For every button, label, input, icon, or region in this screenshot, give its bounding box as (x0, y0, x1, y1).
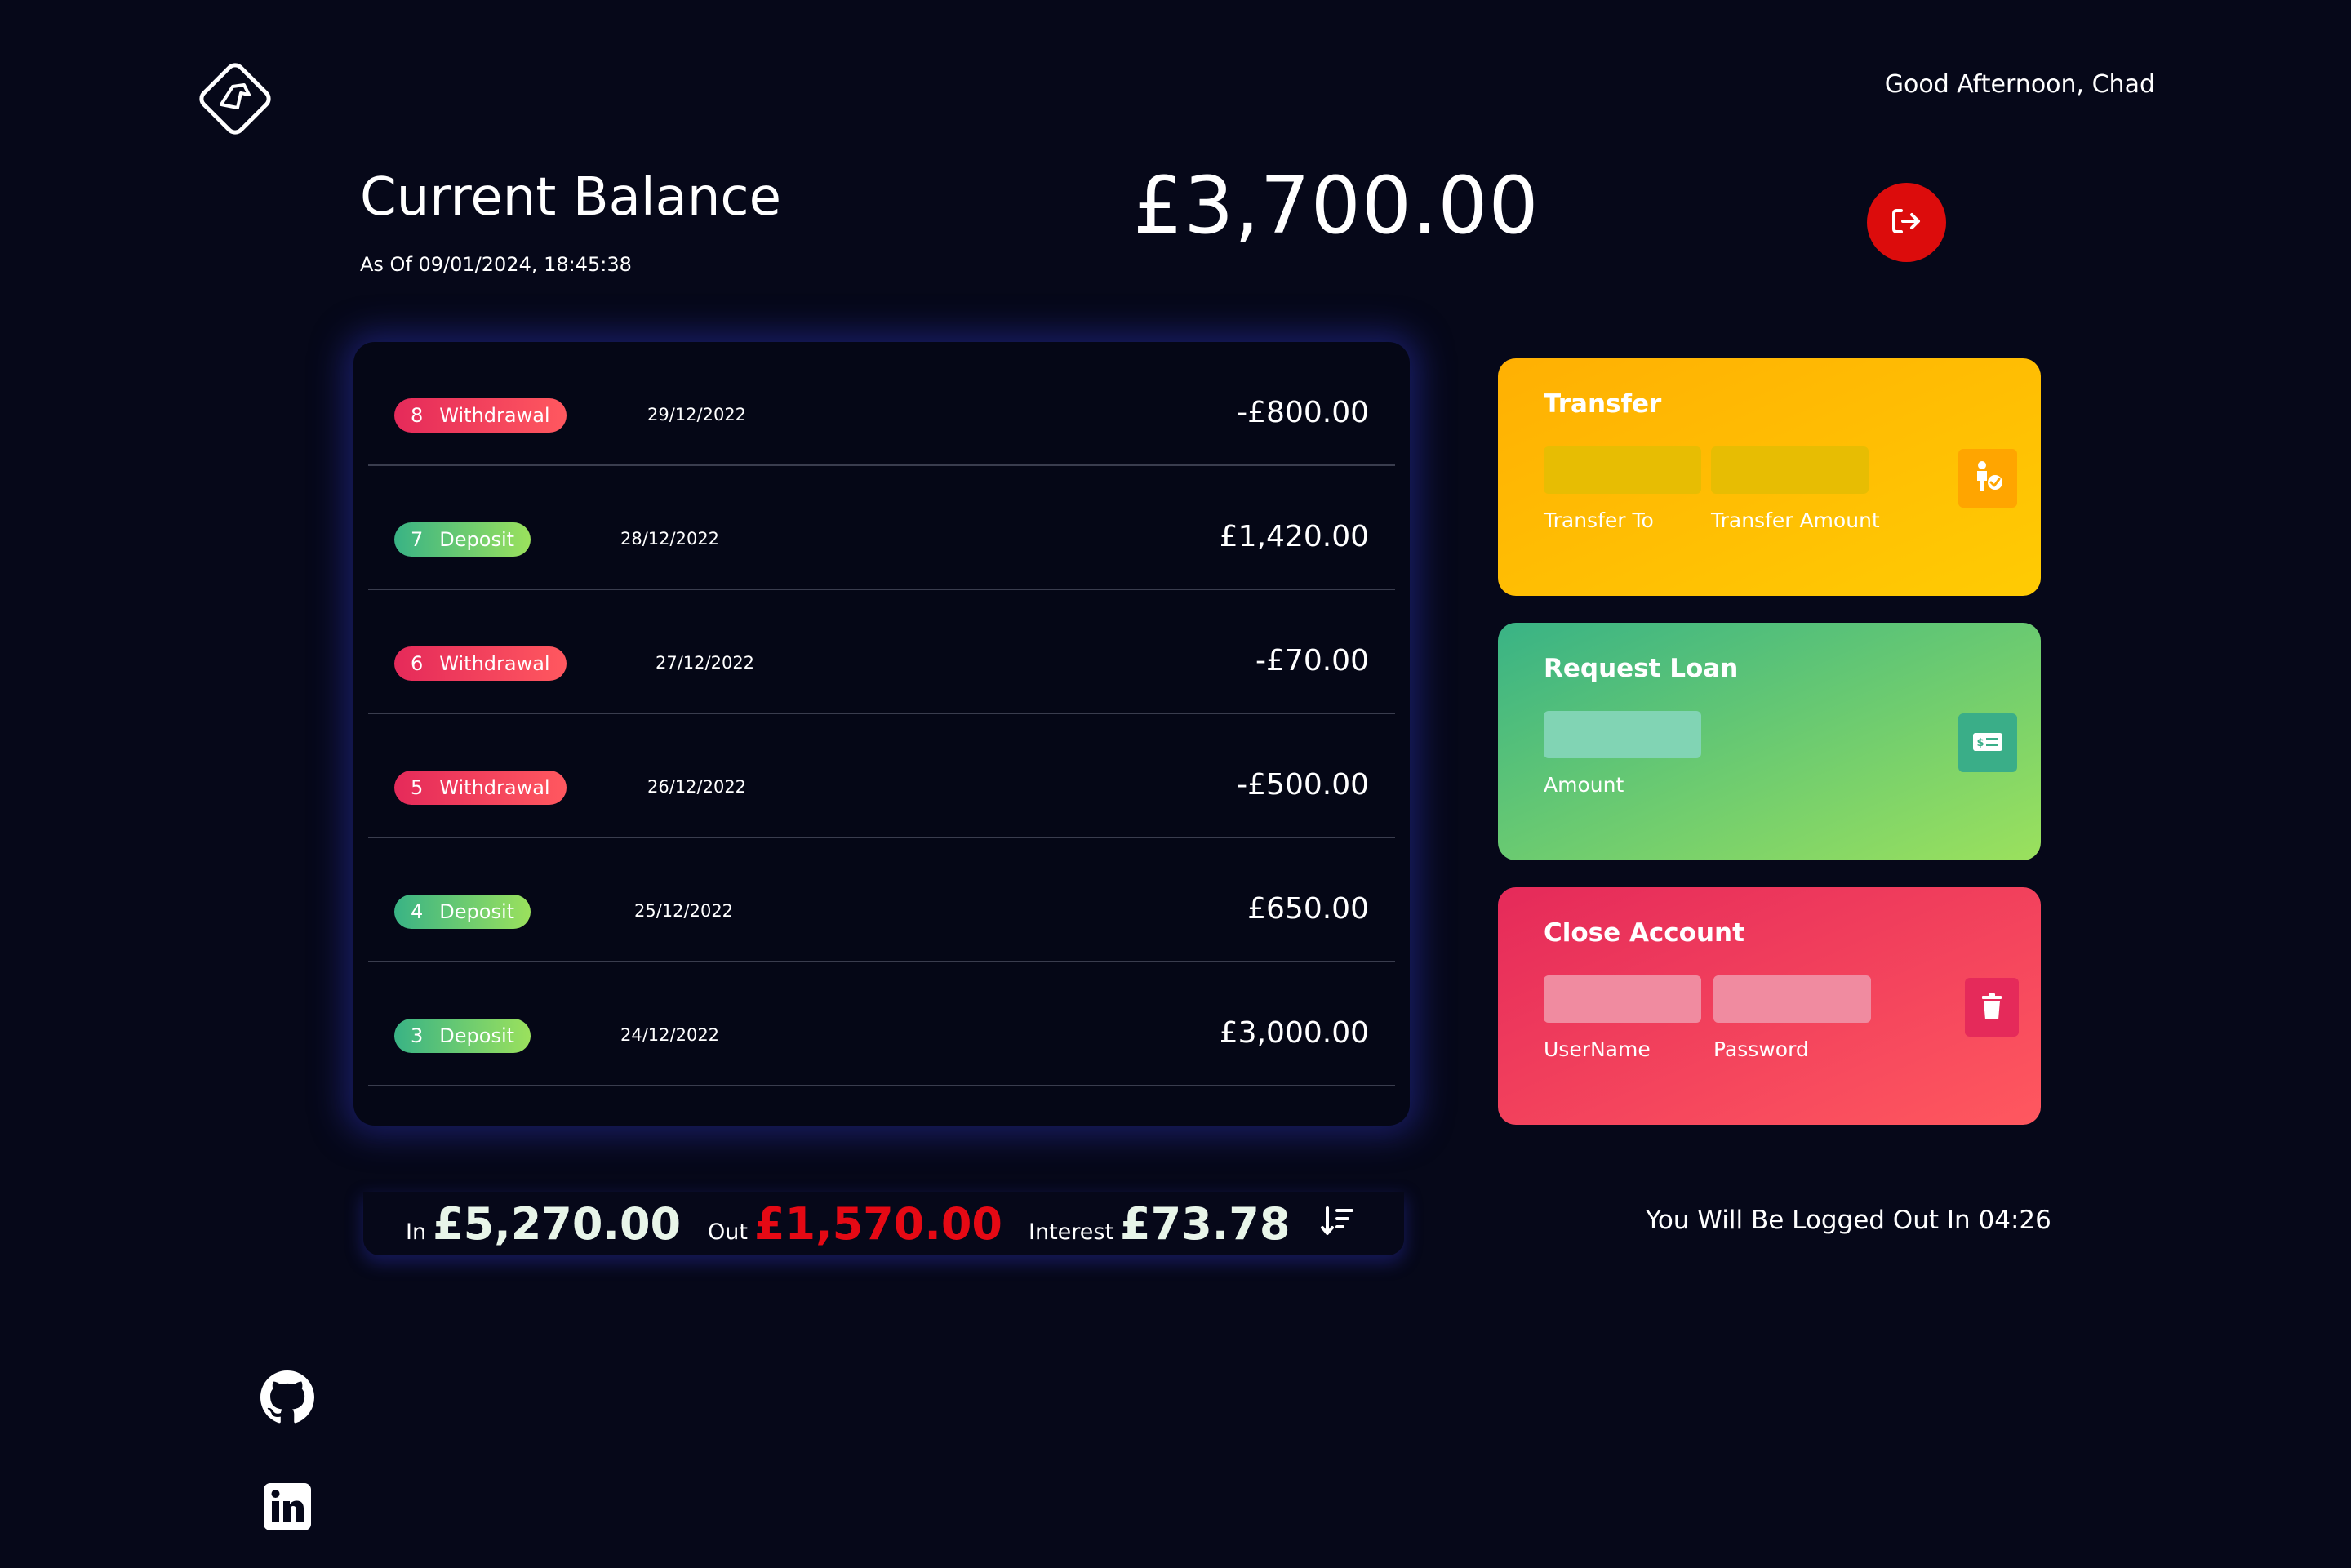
movements-list[interactable]: 8 Withdrawal 29/12/2022 -£800.00 7 Depos… (353, 342, 1410, 1126)
summary-interest-label: Interest (1029, 1219, 1114, 1245)
movement-date: 28/12/2022 (620, 529, 720, 549)
movement-date: 25/12/2022 (634, 901, 734, 921)
movement-row: 6 Withdrawal 27/12/2022 -£70.00 (368, 590, 1395, 714)
movement-value: -£500.00 (1237, 768, 1369, 802)
loan-amount-label: Amount (1544, 773, 1624, 797)
movement-index: 4 (411, 900, 424, 923)
logout-timer: You Will Be Logged Out In 04:26 (1646, 1206, 2051, 1235)
loan-panel: Request Loan Amount $ (1498, 623, 2041, 860)
money-bill-icon: $ (1970, 724, 2006, 762)
loan-amount-input[interactable] (1544, 711, 1701, 758)
greeting: Good Afternoon, Chad (1884, 70, 2155, 99)
movement-type-badge: 8 Withdrawal (394, 398, 567, 433)
transfer-to-label: Transfer To (1544, 509, 1654, 532)
summary-interest-value: £73.78 (1120, 1198, 1291, 1250)
movement-row: 5 Withdrawal 26/12/2022 -£500.00 (368, 714, 1395, 838)
movement-index: 5 (411, 776, 424, 799)
logo-icon (192, 56, 278, 142)
trash-icon (1975, 990, 2008, 1025)
movement-date: 29/12/2022 (647, 405, 747, 424)
movement-row: 4 Deposit 25/12/2022 £650.00 (368, 838, 1395, 962)
logout-icon (1890, 204, 1924, 241)
transfer-amount-input[interactable] (1711, 446, 1869, 494)
sort-icon (1319, 1206, 1355, 1242)
summary-out-value: £1,570.00 (753, 1198, 1002, 1250)
balance-date: As Of 09/01/2024, 18:45:38 (360, 253, 632, 276)
movement-index: 8 (411, 404, 424, 427)
close-account-panel: Close Account UserName Password (1498, 887, 2041, 1125)
sort-button[interactable] (1319, 1203, 1355, 1239)
close-password-input[interactable] (1713, 975, 1871, 1023)
movement-date: 26/12/2022 (647, 777, 747, 797)
summary-out: Out £1,570.00 (708, 1198, 1002, 1250)
movement-type-badge: 5 Withdrawal (394, 771, 567, 805)
transfer-amount-label: Transfer Amount (1711, 509, 1880, 532)
movement-type: Withdrawal (439, 404, 550, 427)
balance-amount: £3,700.00 (1133, 160, 1540, 251)
logout-button[interactable] (1867, 183, 1946, 262)
movement-type: Withdrawal (439, 776, 550, 799)
movement-type-badge: 3 Deposit (394, 1019, 531, 1053)
movement-value: £3,000.00 (1219, 1016, 1369, 1050)
transfer-to-input[interactable] (1544, 446, 1701, 494)
movement-index: 6 (411, 652, 424, 675)
movement-type: Deposit (439, 1024, 515, 1047)
github-icon[interactable] (260, 1370, 314, 1424)
summary-out-label: Out (708, 1219, 748, 1245)
movement-type: Deposit (439, 528, 515, 551)
movement-date: 27/12/2022 (656, 653, 755, 673)
linkedin-icon[interactable] (262, 1481, 313, 1532)
movement-type-badge: 7 Deposit (394, 522, 531, 557)
close-password-label: Password (1713, 1037, 1809, 1061)
transfer-title: Transfer (1544, 389, 1662, 419)
movement-type: Deposit (439, 900, 515, 923)
transfer-button[interactable] (1958, 449, 2017, 508)
movement-row: 7 Deposit 28/12/2022 £1,420.00 (368, 466, 1395, 590)
movement-type-badge: 4 Deposit (394, 895, 531, 929)
movement-type-badge: 6 Withdrawal (394, 646, 567, 681)
close-username-input[interactable] (1544, 975, 1701, 1023)
balance-title: Current Balance (360, 167, 781, 228)
transfer-panel: Transfer Transfer To Transfer Amount (1498, 358, 2041, 596)
svg-text:$: $ (1976, 737, 1984, 749)
summary-interest: Interest £73.78 (1029, 1198, 1290, 1250)
person-check-icon (1970, 460, 2006, 498)
close-account-title: Close Account (1544, 918, 1744, 948)
request-loan-button[interactable]: $ (1958, 713, 2017, 772)
movement-date: 24/12/2022 (620, 1025, 720, 1045)
movement-row: 8 Withdrawal 29/12/2022 -£800.00 (368, 342, 1395, 466)
movement-value: -£800.00 (1237, 396, 1369, 429)
summary-in-value: £5,270.00 (433, 1198, 682, 1250)
movement-value: -£70.00 (1255, 644, 1369, 677)
movement-row: 3 Deposit 24/12/2022 £3,000.00 (368, 962, 1395, 1086)
close-username-label: UserName (1544, 1037, 1651, 1061)
movement-value: £1,420.00 (1219, 520, 1369, 553)
close-account-button[interactable] (1965, 978, 2019, 1037)
summary-in-label: In (406, 1219, 427, 1245)
movement-value: £650.00 (1247, 892, 1369, 926)
summary-in: In £5,270.00 (406, 1198, 681, 1250)
loan-title: Request Loan (1544, 654, 1739, 683)
movement-index: 3 (411, 1024, 424, 1047)
movement-index: 7 (411, 528, 424, 551)
movement-type: Withdrawal (439, 652, 550, 675)
summary-bar: In £5,270.00 Out £1,570.00 Interest £73.… (363, 1192, 1404, 1255)
